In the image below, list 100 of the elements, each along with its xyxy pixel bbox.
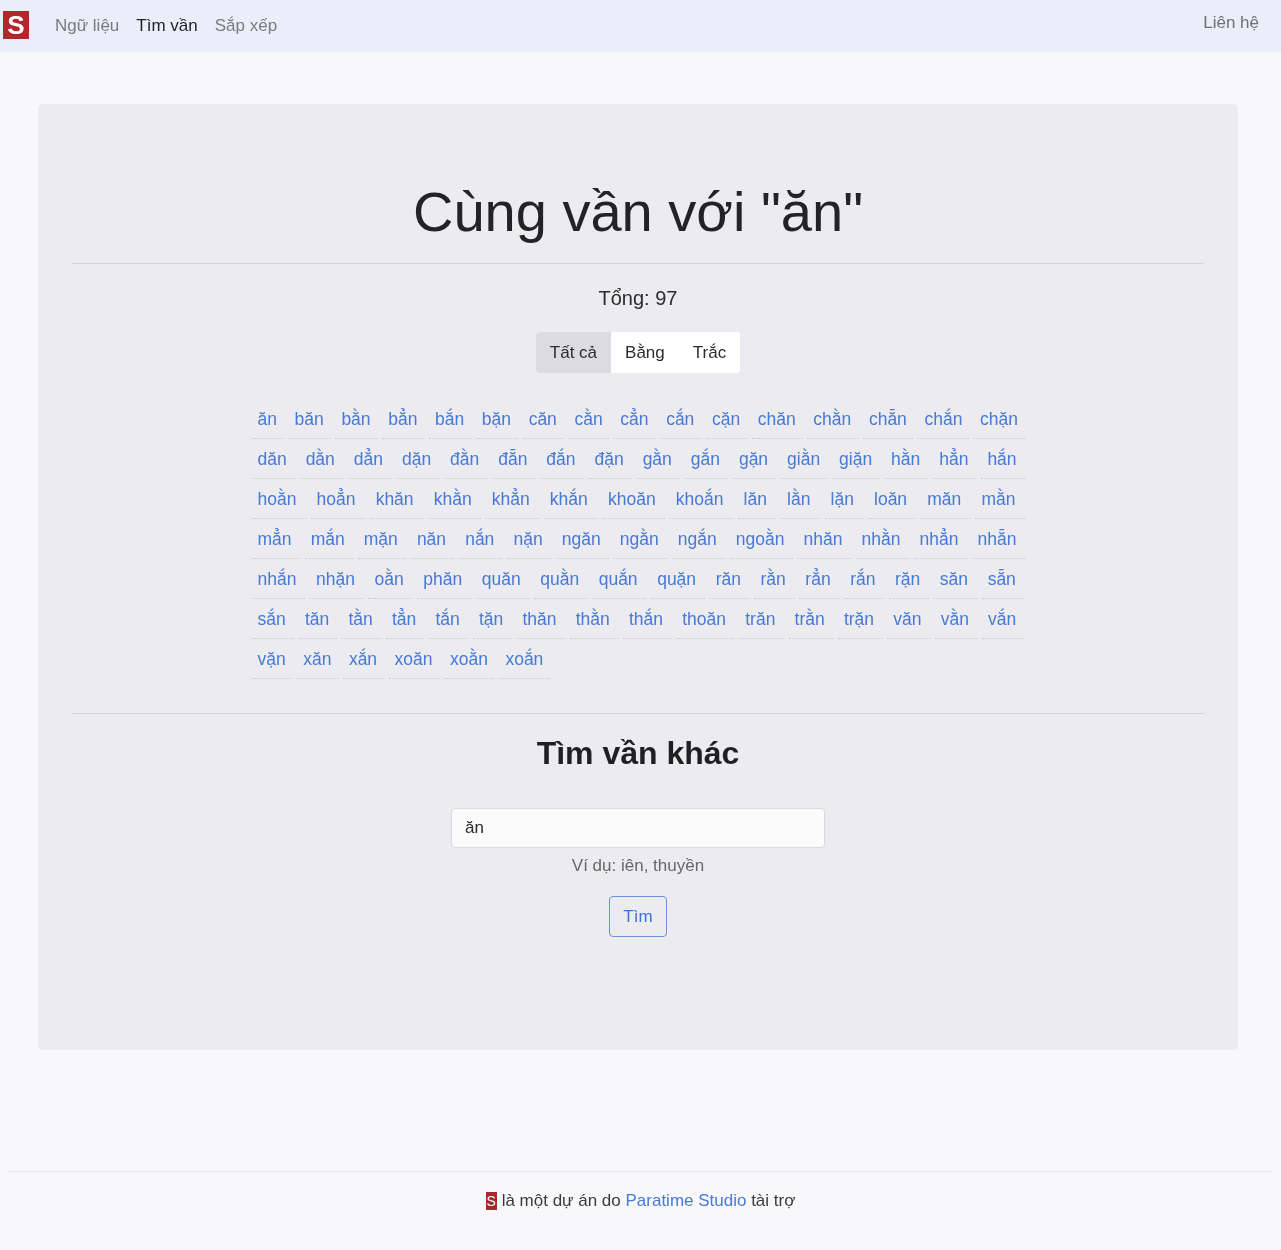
rhyme-word-link[interactable]: trặn (837, 600, 883, 639)
rhyme-word-link[interactable]: băn (288, 400, 331, 439)
rhyme-word-link[interactable]: quăn (475, 560, 530, 599)
rhyme-word-link[interactable]: mằn (975, 480, 1025, 519)
rhyme-word-link[interactable]: dăn (251, 440, 295, 479)
rhyme-word-link[interactable]: căn (522, 400, 564, 439)
rhyme-word-link[interactable]: năn (410, 520, 455, 559)
rhyme-word-link[interactable]: hằn (885, 440, 929, 479)
rhyme-word-link[interactable]: khoăn (601, 480, 665, 519)
rhyme-word-link[interactable]: cặn (705, 400, 747, 439)
rhyme-word-link[interactable]: mắn (304, 520, 353, 559)
contact-link[interactable]: Liên hệ (1203, 11, 1259, 35)
nav-link[interactable]: Tìm vần (136, 14, 198, 38)
rhyme-word-link[interactable]: rằn (754, 560, 795, 599)
rhyme-word-link[interactable]: tẳn (385, 600, 425, 639)
rhyme-word-link[interactable]: khăn (369, 480, 423, 519)
rhyme-word-link[interactable]: hắn (981, 440, 1025, 479)
rhyme-word-link[interactable]: cẳn (614, 400, 656, 439)
rhyme-word-link[interactable]: xoằn (444, 640, 495, 679)
rhyme-word-link[interactable]: dẳn (347, 440, 391, 479)
rhyme-word-link[interactable]: bẳn (382, 400, 424, 439)
rhyme-word-link[interactable]: dặn (395, 440, 440, 479)
rhyme-word-link[interactable]: sắn (251, 600, 294, 639)
rhyme-word-link[interactable]: đặn (588, 440, 632, 479)
rhyme-word-link[interactable]: nắn (459, 520, 503, 559)
rhyme-word-link[interactable]: văn (887, 600, 930, 639)
rhyme-word-link[interactable]: nặn (507, 520, 551, 559)
rhyme-word-link[interactable]: khoắn (669, 480, 733, 519)
rhyme-word-link[interactable]: tằn (342, 600, 381, 639)
rhyme-word-link[interactable]: ăn (251, 400, 284, 439)
rhyme-word-link[interactable]: cắn (660, 400, 701, 439)
rhyme-word-link[interactable]: quặn (651, 560, 705, 599)
rhyme-word-link[interactable]: xăn (297, 640, 338, 679)
rhyme-word-link[interactable]: hoằn (251, 480, 306, 519)
nav-link[interactable]: Sắp xếp (214, 14, 278, 38)
rhyme-word-link[interactable]: khằn (427, 480, 481, 519)
rhyme-word-link[interactable]: bằn (335, 400, 378, 439)
rhyme-word-link[interactable]: chắn (918, 400, 970, 439)
rhyme-word-link[interactable]: chăn (751, 400, 803, 439)
rhyme-word-link[interactable]: tăn (298, 600, 338, 639)
rhyme-word-link[interactable]: khắn (543, 480, 597, 519)
rhyme-word-link[interactable]: gặn (732, 440, 777, 479)
rhyme-word-link[interactable]: nhăn (797, 520, 851, 559)
rhyme-word-link[interactable]: chặn (974, 400, 1025, 439)
rhyme-word-link[interactable]: giằn (781, 440, 829, 479)
rhyme-word-link[interactable]: sẵn (981, 560, 1025, 599)
rhyme-word-link[interactable]: răn (709, 560, 750, 599)
rhyme-word-link[interactable]: mặn (357, 520, 406, 559)
rhyme-word-link[interactable]: gắn (684, 440, 728, 479)
rhyme-word-link[interactable]: bặn (475, 400, 518, 439)
rhyme-word-link[interactable]: ngắn (671, 520, 725, 559)
rhyme-word-link[interactable]: chằn (807, 400, 858, 439)
rhyme-word-link[interactable]: oằn (368, 560, 413, 599)
rhyme-word-link[interactable]: dằn (299, 440, 343, 479)
rhyme-word-link[interactable]: nhằn (855, 520, 909, 559)
rhyme-word-link[interactable]: thoăn (676, 600, 735, 639)
rhyme-word-link[interactable]: phăn (417, 560, 471, 599)
rhyme-word-link[interactable]: xắn (342, 640, 384, 679)
search-input[interactable]: ăn (451, 808, 825, 848)
rhyme-word-link[interactable]: đằn (444, 440, 488, 479)
rhyme-word-link[interactable]: rặn (889, 560, 929, 599)
rhyme-word-link[interactable]: quắn (592, 560, 647, 599)
search-button[interactable]: Tìm (609, 896, 667, 937)
rhyme-word-link[interactable]: vặn (251, 640, 293, 679)
rhyme-word-link[interactable]: trăn (739, 600, 784, 639)
rhyme-word-link[interactable]: thắn (623, 600, 672, 639)
rhyme-word-link[interactable]: gằn (636, 440, 680, 479)
rhyme-word-link[interactable]: lặn (824, 480, 863, 519)
rhyme-word-link[interactable]: hẳn (933, 440, 977, 479)
nav-link[interactable]: Ngữ liệu (55, 14, 120, 38)
rhyme-word-link[interactable]: xoắn (499, 640, 550, 679)
rhyme-word-link[interactable]: vằn (934, 600, 978, 639)
rhyme-word-link[interactable]: lăn (737, 480, 777, 519)
footer-link[interactable]: Paratime Studio (625, 1191, 747, 1210)
rhyme-word-link[interactable]: nhặn (310, 560, 364, 599)
rhyme-word-link[interactable]: đắn (540, 440, 584, 479)
rhyme-word-link[interactable]: cằn (568, 400, 610, 439)
rhyme-word-link[interactable]: vắn (982, 600, 1025, 639)
brand-logo[interactable]: S (3, 10, 29, 39)
rhyme-word-link[interactable]: quằn (534, 560, 588, 599)
rhyme-word-link[interactable]: rắn (844, 560, 884, 599)
rhyme-word-link[interactable]: ngăn (555, 520, 609, 559)
rhyme-word-link[interactable]: hoẳn (310, 480, 365, 519)
filter-tab[interactable]: Tất cả (535, 332, 612, 373)
rhyme-word-link[interactable]: nhẳn (913, 520, 967, 559)
rhyme-word-link[interactable]: nhẵn (971, 520, 1025, 559)
rhyme-word-link[interactable]: mẳn (251, 520, 300, 559)
rhyme-word-link[interactable]: đẵn (492, 440, 536, 479)
rhyme-word-link[interactable]: chẵn (862, 400, 914, 439)
rhyme-word-link[interactable]: thăn (516, 600, 565, 639)
rhyme-word-link[interactable]: giặn (833, 440, 881, 479)
rhyme-word-link[interactable]: thằn (569, 600, 618, 639)
rhyme-word-link[interactable]: nhắn (251, 560, 305, 599)
rhyme-word-link[interactable]: xoăn (388, 640, 439, 679)
rhyme-word-link[interactable]: rẳn (799, 560, 840, 599)
rhyme-word-link[interactable]: bắn (429, 400, 471, 439)
rhyme-word-link[interactable]: trằn (788, 600, 833, 639)
rhyme-word-link[interactable]: măn (921, 480, 971, 519)
rhyme-word-link[interactable]: tắn (429, 600, 468, 639)
rhyme-word-link[interactable]: loăn (868, 480, 917, 519)
